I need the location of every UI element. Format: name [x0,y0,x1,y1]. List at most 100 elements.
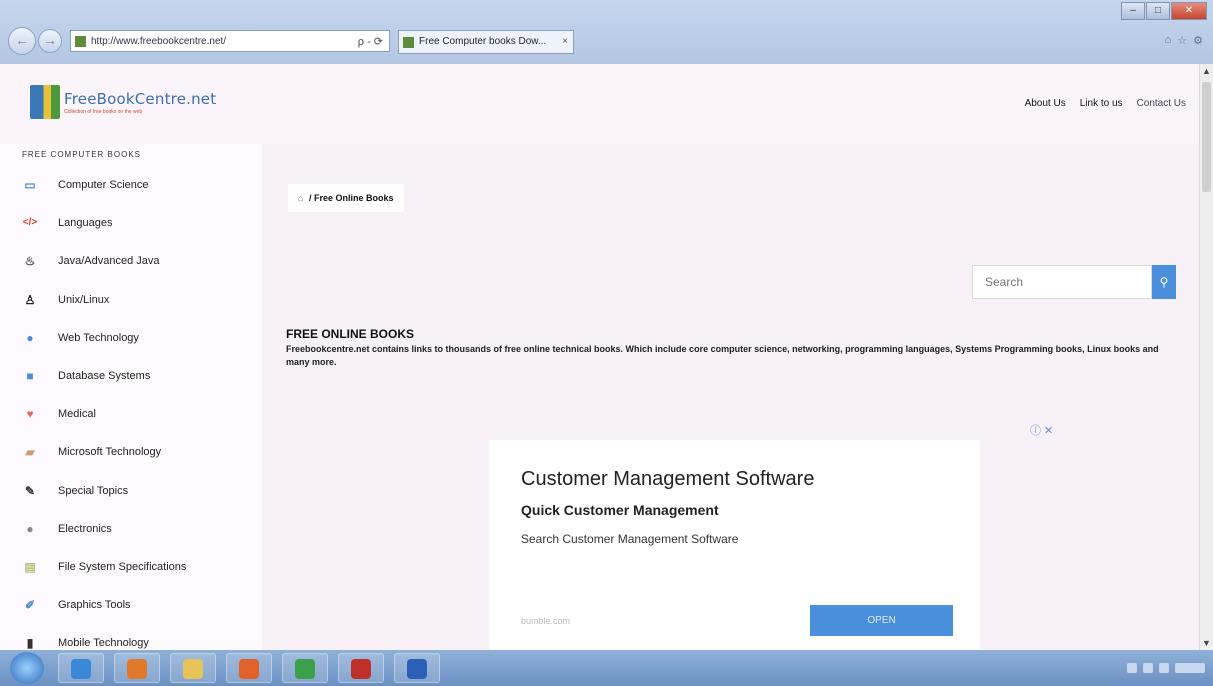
sidebar-item-label: File System Specifications [58,560,187,573]
site-favicon-icon [75,36,86,47]
breadcrumb: ⌂ / Free Online Books [288,184,404,212]
sidebar-item-label: Electronics [58,522,112,535]
tray-clock[interactable] [1175,663,1205,673]
tab-free-computer-books[interactable]: Free Computer books Dow... × [398,30,574,54]
search-box: ⚲ [972,265,1176,299]
close-window-button[interactable]: ✕ [1171,2,1207,20]
intro-text: Freebookcentre.net contains links to tho… [286,344,1159,367]
taskbar-button-ie[interactable] [58,653,104,683]
intro-heading: FREE ONLINE BOOKS [286,327,415,341]
taskbar-button-word[interactable] [394,653,440,683]
folder-icon [183,659,203,679]
sidebar-item-database-systems[interactable]: ■ Database Systems [22,357,186,395]
logo-name: FreeBookCentre.net [64,89,217,108]
word-icon [407,659,427,679]
chrome-icon [295,659,315,679]
sidebar-title: FREE COMPUTER BOOKS [22,150,142,159]
page-scrollbar[interactable]: ▲ ▼ [1199,64,1213,650]
taskbar-button-acrobat[interactable] [338,653,384,683]
taskbar-button-folder[interactable] [170,653,216,683]
breadcrumb-separator: / [308,193,312,203]
settings-gear-icon[interactable]: ⚙ [1193,34,1203,47]
nav-about-us[interactable]: About Us [1025,98,1066,109]
nav-contact-us[interactable]: Contact Us [1137,98,1186,109]
tab-close-icon[interactable]: × [562,31,568,53]
windows-taskbar [0,650,1213,686]
favorites-icon[interactable]: ☆ [1177,34,1187,47]
media-icon [127,659,147,679]
sidebar-item-file-system-specifications[interactable]: ▤ File System Specifications [22,548,186,586]
book-logo-icon [30,85,60,119]
sidebar: FREE COMPUTER BOOKS ▭ Computer Science </>… [0,144,262,650]
breadcrumb-current: Free Online Books [313,193,394,203]
taskbar-button-chrome[interactable] [282,653,328,683]
back-arrow-icon: ← [15,32,29,48]
search-icon: ⚲ [1159,275,1169,289]
sidebar-item-label: Graphics Tools [58,599,131,612]
acrobat-icon [351,659,371,679]
ad-open-button[interactable]: OPEN [810,605,953,636]
site-logo[interactable]: FreeBookCentre.net Collection of free bo… [30,82,216,122]
sidebar-item-medical[interactable]: ♥ Medical [22,395,186,433]
category-list: ▭ Computer Science </> Languages ♨ Java/Advan… [22,166,187,650]
sidebar-item-java-advanced-java[interactable]: ♨ Java/Advanced Java [22,242,186,280]
sidebar-item-unix-linux[interactable]: ♙ Unix/Linux [22,281,186,319]
tray-volume-icon[interactable] [1143,663,1153,673]
web-page: FreeBookCentre.net Collection of free bo… [0,64,1200,650]
sidebar-item-label: Web Technology [58,331,139,344]
sidebar-item-label: Languages [58,217,113,230]
sidebar-item-label: Database Systems [58,370,151,383]
sidebar-item-mobile-technology[interactable]: ▮ Mobile Technology [22,624,186,650]
tab-title: Free Computer books Dow... [419,36,547,47]
sidebar-item-label: Java/Advanced Java [58,255,160,268]
search-input[interactable] [972,265,1152,299]
ad-headline[interactable]: Customer Management Software [521,468,814,491]
maximize-button[interactable]: □ [1146,2,1170,20]
sidebar-item-microsoft-technology[interactable]: ▰ Microsoft Technology [22,433,186,471]
tray-flag-icon[interactable] [1159,663,1169,673]
sidebar-item-web-technology[interactable]: ● Web Technology [22,319,186,357]
windows-icon: ▰ [25,445,35,460]
sidebar-item-label: Microsoft Technology [58,446,162,459]
back-button[interactable]: ← [8,27,36,55]
advertisement[interactable]: Customer Management Software Quick Custo… [489,440,980,650]
scroll-up-icon[interactable]: ▲ [1200,66,1213,76]
sidebar-item-label: Mobile Technology [58,637,149,650]
tray-network-icon[interactable] [1127,663,1137,673]
sidebar-item-label: Computer Science [58,179,149,192]
address-bar[interactable]: http://www.freebookcentre.net/ ρ - ⟳ [70,30,390,52]
start-button[interactable] [10,652,44,684]
sidebar-item-languages[interactable]: </> Languages [22,204,186,242]
home-icon[interactable]: ⌂ [1165,34,1172,47]
nav-link-to-us[interactable]: Link to us [1080,98,1123,109]
code-icon: </> [22,217,38,229]
home-icon[interactable]: ⌂ [298,193,303,203]
sidebar-item-special-topics[interactable]: ✎ Special Topics [22,472,186,510]
sidebar-item-electronics[interactable]: ● Electronics [22,510,186,548]
browser-toolbar-icons: ⌂ ☆ ⚙ [1165,34,1203,47]
intro-section: FREE ONLINE BOOKS Freebookcentre.net con… [286,327,1166,369]
scroll-down-icon[interactable]: ▼ [1200,638,1213,648]
globe-icon: ● [26,330,34,345]
taskbar-button-media[interactable] [114,653,160,683]
scrollbar-thumb[interactable] [1202,82,1211,192]
ad-domain: bumble.com [521,616,571,626]
top-navigation: About Us Link to us Contact Us [1025,98,1186,109]
taskbar-button-firefox[interactable] [226,653,272,683]
site-header: FreeBookCentre.net Collection of free bo… [0,64,1200,144]
chip-icon: ● [26,521,34,536]
search-button[interactable]: ⚲ [1152,265,1176,299]
sidebar-item-graphics-tools[interactable]: ✐ Graphics Tools [22,586,186,624]
sidebar-item-computer-science[interactable]: ▭ Computer Science [22,166,186,204]
sidebar-item-label: Medical [58,408,96,421]
search-refresh-icon[interactable]: ρ - ⟳ [358,31,383,53]
ie-icon [71,659,91,679]
forward-button[interactable]: → [38,29,62,53]
penguin-icon: ♙ [24,292,36,307]
minimize-button[interactable]: – [1121,2,1145,20]
window-controls: – □ ✕ [1121,2,1207,20]
ad-choices-close-icon[interactable]: ⓘ ✕ [1030,422,1053,438]
coffee-icon: ♨ [24,254,36,269]
heart-icon: ♥ [26,407,34,422]
phone-icon: ▮ [26,636,34,650]
